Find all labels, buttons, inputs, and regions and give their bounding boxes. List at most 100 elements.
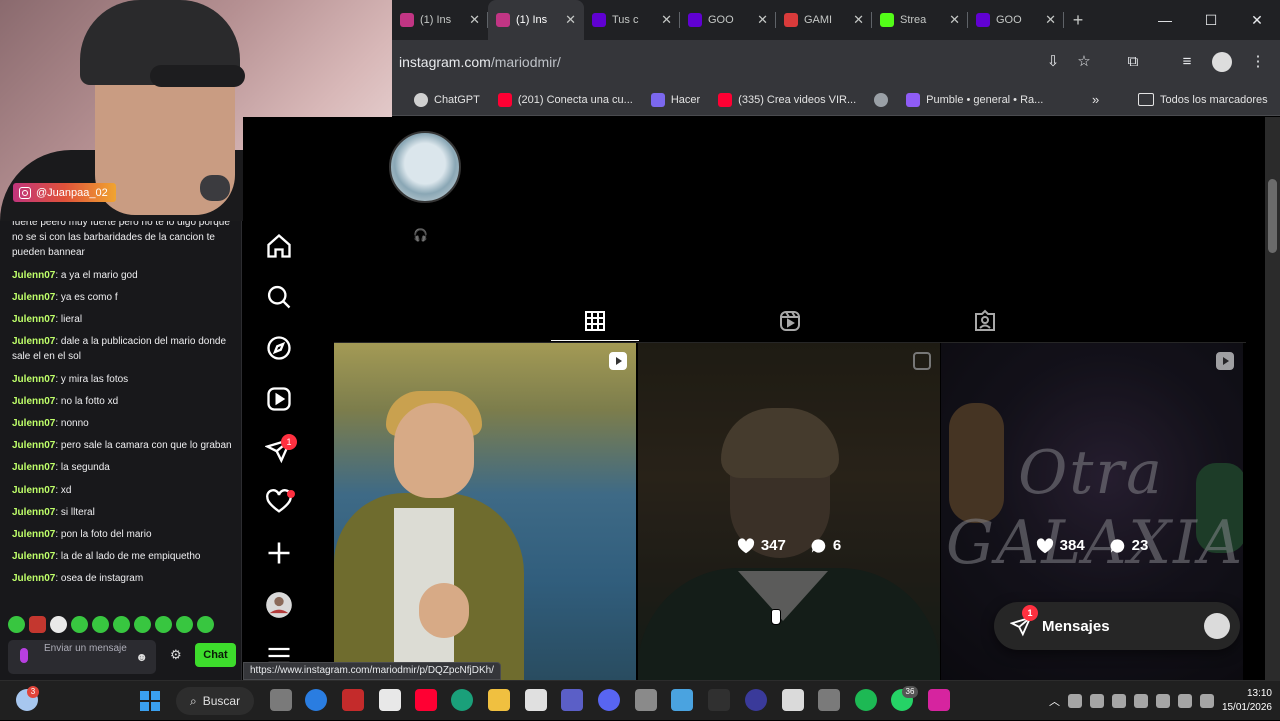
browser-tab[interactable]: (1) Ins ✕ xyxy=(392,0,488,40)
chrome-icon[interactable] xyxy=(305,689,327,711)
notepad-icon[interactable] xyxy=(782,689,804,711)
file-explorer-icon[interactable] xyxy=(270,689,292,711)
media-controls-icon[interactable]: ≡ xyxy=(1177,52,1197,72)
browser-tab[interactable]: GOO ✕ xyxy=(968,0,1064,40)
browser-tab[interactable]: GOO ✕ xyxy=(680,0,776,40)
post-tile-hovered[interactable]: 347 6 xyxy=(638,343,940,680)
explore-compass-icon[interactable] xyxy=(265,334,293,362)
display-icon[interactable] xyxy=(1133,694,1148,708)
chat-username[interactable]: Julenn07 xyxy=(12,440,55,451)
chat-message-input[interactable]: Enviar un mensaje ☻ xyxy=(8,640,156,674)
bookmark-item[interactable]: Hacer xyxy=(650,92,700,107)
browser-tab[interactable]: Tus c ✕ xyxy=(584,0,680,40)
close-tab-icon[interactable]: ✕ xyxy=(853,12,864,28)
bookmark-star-icon[interactable]: ☆ xyxy=(1074,52,1094,72)
chatgpt-icon[interactable] xyxy=(525,689,547,711)
emote-bar[interactable] xyxy=(8,616,214,633)
emote-icon[interactable] xyxy=(134,616,151,633)
browser-tab[interactable]: (1) Ins ✕ xyxy=(488,0,584,40)
chat-send-button[interactable]: Chat xyxy=(195,643,236,667)
all-bookmarks-button[interactable]: Todos los marcadores xyxy=(1138,93,1268,106)
chat-username[interactable]: Julenn07 xyxy=(12,374,55,385)
show-hidden-icons-chevron-icon[interactable]: ︿ xyxy=(1049,693,1060,709)
bookmark-item[interactable] xyxy=(874,92,889,107)
profile-avatar-nav[interactable] xyxy=(265,591,293,619)
bluetooth-icon[interactable] xyxy=(1089,694,1104,708)
cortana-icon[interactable] xyxy=(745,689,767,711)
messages-popup-button[interactable]: 1 Mensajes xyxy=(994,602,1240,650)
browser-tab[interactable]: GAMI ✕ xyxy=(776,0,872,40)
calculator-icon[interactable] xyxy=(818,689,840,711)
microsoft-store-icon[interactable] xyxy=(379,689,401,711)
bitdefender-icon[interactable] xyxy=(342,689,364,711)
extensions-icon[interactable]: ⧉ xyxy=(1123,52,1143,72)
close-tab-icon[interactable]: ✕ xyxy=(1045,12,1056,28)
browser-tab[interactable]: Strea ✕ xyxy=(872,0,968,40)
folder-icon[interactable] xyxy=(488,689,510,711)
maximize-button[interactable]: ☐ xyxy=(1188,0,1234,40)
instagram-icon[interactable] xyxy=(928,689,950,711)
chat-username[interactable]: Julenn07 xyxy=(12,270,55,281)
story-highlight[interactable] xyxy=(389,131,461,203)
new-tab-button[interactable]: + xyxy=(1064,10,1092,31)
search-icon[interactable] xyxy=(265,283,293,311)
bookmark-item[interactable]: (201) Conecta una cu... xyxy=(497,92,633,107)
close-window-button[interactable]: ✕ xyxy=(1234,0,1280,40)
profile-avatar[interactable] xyxy=(1212,52,1232,72)
microphone-icon[interactable] xyxy=(1111,694,1126,708)
close-tab-icon[interactable]: ✕ xyxy=(565,12,576,28)
page-scrollbar[interactable] xyxy=(1265,117,1280,680)
tab-tagged-icon[interactable] xyxy=(973,309,997,333)
volume-icon[interactable] xyxy=(1177,694,1192,708)
emote-icon[interactable] xyxy=(50,616,67,633)
battery-icon[interactable] xyxy=(1199,694,1214,708)
close-tab-icon[interactable]: ✕ xyxy=(661,12,672,28)
chat-username[interactable]: Julenn07 xyxy=(12,462,55,473)
chat-settings-gear-icon[interactable]: ⚙ xyxy=(170,647,182,663)
emote-icon[interactable] xyxy=(155,616,172,633)
post-tile[interactable] xyxy=(334,343,636,680)
bookmark-item[interactable]: Pumble • general • Ra... xyxy=(906,92,1043,107)
tab-posts-grid-icon[interactable] xyxy=(551,309,639,341)
chat-username[interactable]: Julenn07 xyxy=(12,507,55,518)
discord-icon[interactable] xyxy=(598,689,620,711)
create-plus-icon[interactable] xyxy=(265,539,293,567)
youtube-icon[interactable] xyxy=(415,689,437,711)
chat-username[interactable]: Julenn07 xyxy=(12,485,55,496)
taskbar-search[interactable]: ⌕ Buscar xyxy=(176,687,254,715)
home-icon[interactable] xyxy=(265,232,293,260)
bits-icon[interactable] xyxy=(20,648,28,663)
spotify-icon[interactable] xyxy=(855,689,877,711)
chat-username[interactable]: Julenn07 xyxy=(12,314,55,325)
windows-start-icon[interactable] xyxy=(140,691,160,711)
emote-icon[interactable] xyxy=(113,616,130,633)
chat-username[interactable]: Julenn07 xyxy=(12,529,55,540)
emote-picker-icon[interactable]: ☻ xyxy=(135,651,148,663)
minimize-button[interactable]: — xyxy=(1142,0,1188,40)
emote-icon[interactable] xyxy=(29,616,46,633)
chat-username[interactable]: Julenn07 xyxy=(12,418,55,429)
antivirus-icon[interactable] xyxy=(1067,694,1082,708)
more-bookmarks-chevron-icon[interactable]: » xyxy=(1092,92,1099,107)
emote-icon[interactable] xyxy=(71,616,88,633)
menu-kebab-icon[interactable]: ⋮ xyxy=(1248,52,1268,72)
tab-reels-icon[interactable] xyxy=(778,309,802,333)
chat-username[interactable]: Julenn07 xyxy=(12,292,55,303)
close-tab-icon[interactable]: ✕ xyxy=(949,12,960,28)
wifi-icon[interactable] xyxy=(1155,694,1170,708)
settings-icon[interactable] xyxy=(635,689,657,711)
chat-username[interactable]: Julenn07 xyxy=(12,336,55,347)
obs-icon[interactable] xyxy=(708,689,730,711)
taskbar-clock[interactable]: 13:10 15/01/2026 xyxy=(1222,687,1272,715)
close-tab-icon[interactable]: ✕ xyxy=(757,12,768,28)
install-app-icon[interactable]: ⇩ xyxy=(1043,52,1063,72)
screen-capture-icon[interactable] xyxy=(671,689,693,711)
url-field[interactable]: instagram.com/mariodmir/ xyxy=(399,54,561,70)
chat-username[interactable]: Julenn07 xyxy=(12,551,55,562)
bookmark-item[interactable]: (335) Crea videos VIR... xyxy=(718,92,856,107)
emote-icon[interactable] xyxy=(197,616,214,633)
reels-icon[interactable] xyxy=(265,385,293,413)
edge-icon[interactable] xyxy=(451,689,473,711)
emote-icon[interactable] xyxy=(8,616,25,633)
chat-username[interactable]: Julenn07 xyxy=(12,396,55,407)
